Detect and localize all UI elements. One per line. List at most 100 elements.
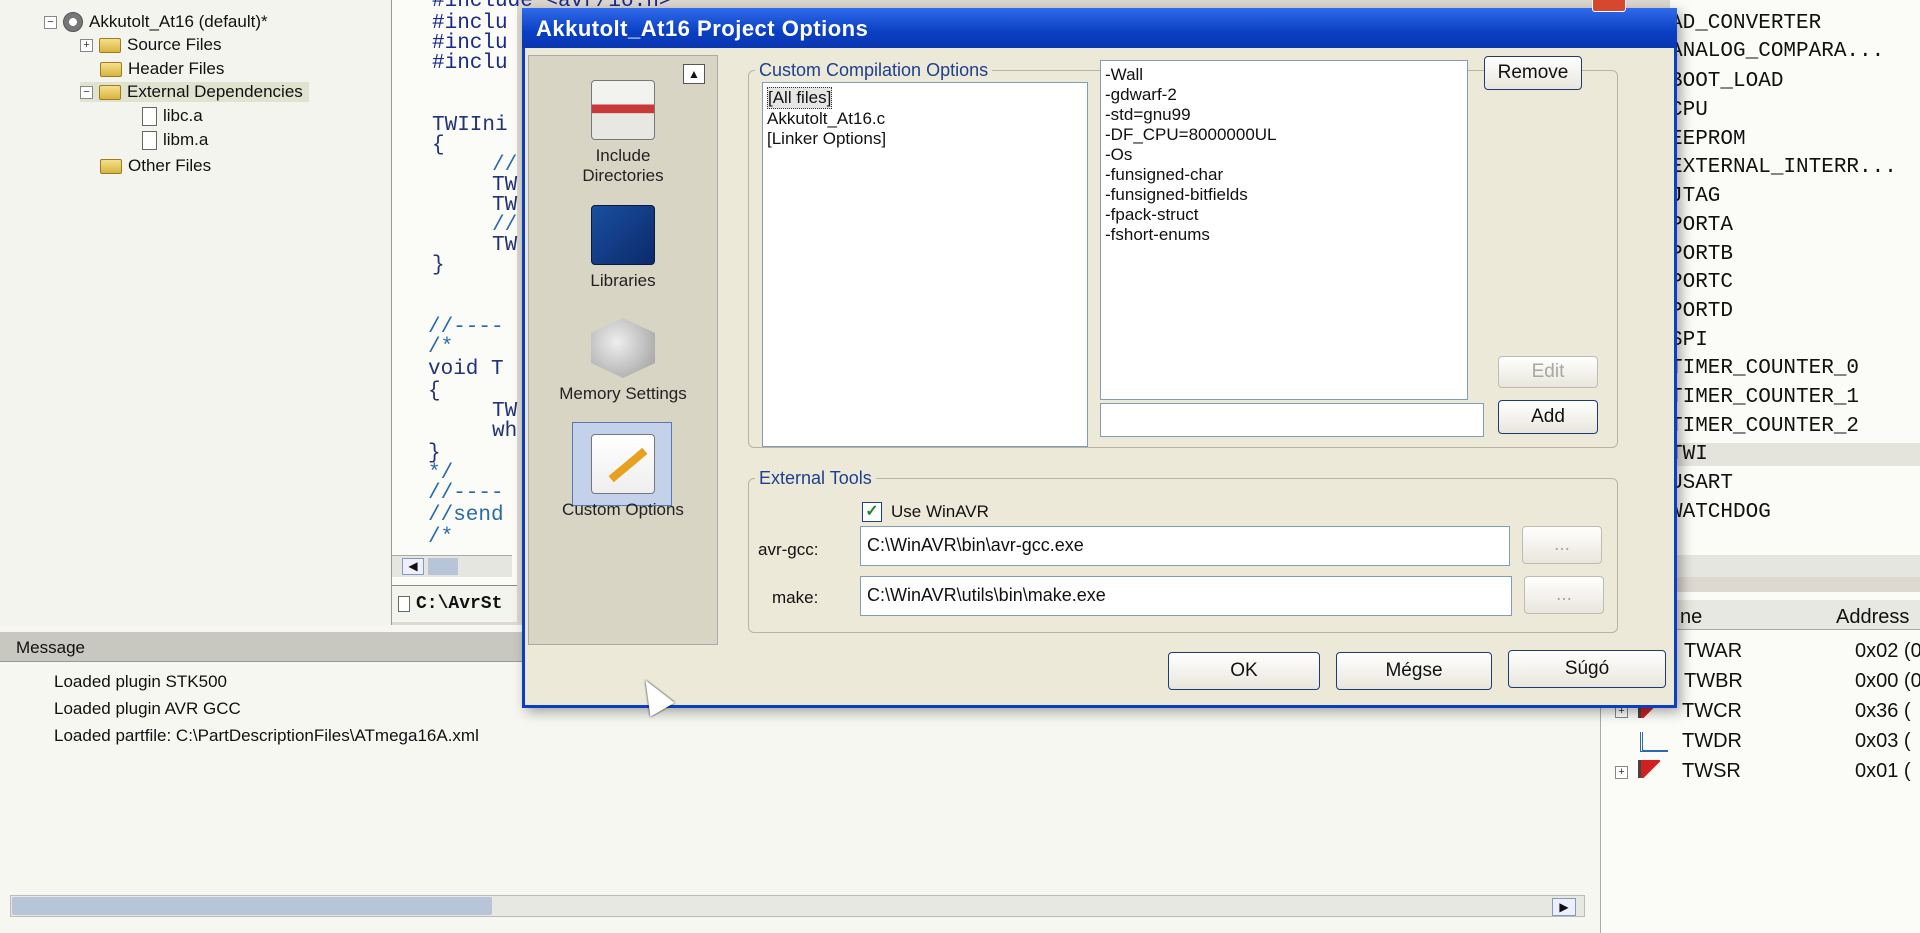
io-item[interactable]: AD_CONVERTER: [1670, 12, 1821, 35]
collapse-icon[interactable]: −: [44, 15, 57, 29]
scroll-left-icon[interactable]: ◀: [402, 558, 424, 575]
tree-item-source-files[interactable]: + Source Files: [80, 35, 221, 55]
avr-gcc-label: avr-gcc:: [758, 540, 819, 559]
add-button[interactable]: Add: [1498, 400, 1598, 434]
list-item[interactable]: [Linker Options]: [767, 129, 1083, 149]
dialog-title: Akkutolt_At16 Project Options: [536, 16, 869, 41]
list-item[interactable]: -Os: [1105, 145, 1463, 165]
io-item[interactable]: USART: [1670, 472, 1733, 495]
scroll-right-icon[interactable]: ▶: [1552, 898, 1576, 916]
folder-icon: [99, 37, 121, 53]
scroll-thumb[interactable]: [12, 897, 492, 915]
tree-item-label: Source Files: [127, 35, 222, 54]
io-item[interactable]: EEPROM: [1670, 128, 1746, 151]
editor-file-tab[interactable]: C:\AvrSt: [392, 585, 517, 622]
close-icon[interactable]: [1592, 0, 1626, 12]
io-view-scrollbar[interactable]: [1665, 555, 1920, 577]
io-item[interactable]: PORTB: [1670, 243, 1733, 266]
register-bits-icon: [1640, 732, 1668, 752]
io-item[interactable]: TIMER_COUNTER_2: [1670, 415, 1859, 438]
cancel-button[interactable]: Mégse: [1336, 652, 1492, 690]
list-item[interactable]: -Wall: [1105, 65, 1463, 85]
io-item[interactable]: JTAG: [1670, 185, 1720, 208]
register-name[interactable]: TWBR: [1684, 670, 1743, 693]
list-item[interactable]: -fshort-enums: [1105, 225, 1463, 245]
scroll-thumb[interactable]: [428, 558, 458, 575]
tree-item-header-files[interactable]: Header Files: [100, 59, 224, 79]
register-name[interactable]: TWAR: [1684, 640, 1742, 663]
list-item[interactable]: -funsigned-char: [1105, 165, 1463, 185]
register-name[interactable]: TWCR: [1682, 700, 1742, 723]
code-line: void T: [428, 358, 504, 381]
tree-project[interactable]: − Akkutolt_At16 (default)*: [44, 12, 268, 32]
register-name[interactable]: TWSR: [1682, 760, 1741, 783]
register-name[interactable]: TWDR: [1682, 730, 1742, 753]
avr-gcc-browse-button[interactable]: ...: [1522, 526, 1602, 564]
code-line: /*: [428, 336, 454, 359]
column-name-header[interactable]: ne: [1680, 606, 1702, 629]
code-line: //----: [428, 482, 504, 505]
code-editor[interactable]: #include <avr/io.h> #inclu #inclu #inclu…: [392, 0, 671, 585]
io-item[interactable]: PORTD: [1670, 300, 1733, 323]
list-item[interactable]: -fpack-struct: [1105, 205, 1463, 225]
nav-label: Libraries: [590, 271, 656, 290]
column-address-header[interactable]: Address: [1836, 606, 1909, 629]
code-line: }: [432, 254, 445, 277]
io-item[interactable]: WATCHDOG: [1670, 501, 1771, 524]
nav-custom-options[interactable]: Custom Options: [538, 434, 708, 520]
file-icon: [142, 106, 157, 126]
dialog-title-bar[interactable]: Akkutolt_At16 Project Options: [522, 8, 1677, 48]
list-item[interactable]: -funsigned-bitfields: [1105, 185, 1463, 205]
make-browse-button[interactable]: ...: [1524, 576, 1604, 614]
list-item[interactable]: -DF_CPU=8000000UL: [1105, 125, 1463, 145]
list-item[interactable]: -gdwarf-2: [1105, 85, 1463, 105]
code-line: #inclu: [432, 52, 508, 75]
files-listbox[interactable]: [All files] Akkutolt_At16.c [Linker Opti…: [762, 82, 1088, 447]
message-item: Loaded partfile: C:\PartDescriptionFiles…: [54, 726, 479, 745]
collapse-icon[interactable]: −: [80, 85, 93, 99]
register-address: 0x36 (: [1855, 700, 1911, 722]
editor-horizontal-scrollbar[interactable]: ◀: [392, 555, 512, 577]
tree-item-libm[interactable]: libm.a: [142, 130, 208, 150]
file-icon: [398, 596, 410, 612]
io-item[interactable]: BOOT_LOAD: [1670, 70, 1783, 93]
nav-label: Custom Options: [562, 500, 684, 519]
io-item[interactable]: TIMER_COUNTER_0: [1670, 357, 1859, 380]
avr-gcc-path-field[interactable]: C:\WinAVR\bin\avr-gcc.exe: [860, 526, 1510, 566]
list-item[interactable]: -std=gnu99: [1105, 105, 1463, 125]
tree-item-libc[interactable]: libc.a: [142, 106, 203, 126]
io-item[interactable]: ANALOG_COMPARA...: [1670, 40, 1884, 63]
nav-label: Memory Settings: [559, 384, 687, 403]
options-listbox[interactable]: -Wall -gdwarf-2 -std=gnu99 -DF_CPU=80000…: [1100, 60, 1468, 400]
message-item: Loaded plugin AVR GCC: [54, 699, 241, 718]
tree-item-external-dependencies[interactable]: − External Dependencies: [80, 82, 309, 102]
remove-button[interactable]: Remove: [1484, 56, 1582, 90]
register-address: 0x03 (: [1855, 730, 1911, 752]
io-item[interactable]: EXTERNAL_INTERR...: [1670, 156, 1897, 179]
nav-include-directories[interactable]: Include Directories: [538, 80, 708, 186]
list-item[interactable]: Akkutolt_At16.c: [767, 109, 1083, 129]
list-item-selected[interactable]: [All files]: [767, 87, 833, 109]
new-option-input[interactable]: [1100, 403, 1484, 437]
io-item[interactable]: TIMER_COUNTER_1: [1670, 386, 1859, 409]
nav-libraries[interactable]: Libraries: [538, 205, 708, 291]
edit-button[interactable]: Edit: [1498, 356, 1598, 388]
nav-memory-settings[interactable]: Memory Settings: [538, 318, 708, 404]
help-button[interactable]: Súgó: [1508, 650, 1666, 688]
io-item[interactable]: PORTC: [1670, 271, 1733, 294]
use-winavr-checkbox[interactable]: ✓: [862, 502, 882, 522]
expand-icon[interactable]: +: [1615, 766, 1628, 779]
code-line: wh: [492, 420, 518, 443]
tree-item-other-files[interactable]: Other Files: [100, 156, 211, 176]
external-tools-legend: External Tools: [759, 468, 872, 488]
io-item-selected[interactable]: TWI: [1670, 443, 1920, 466]
expand-icon[interactable]: +: [80, 38, 93, 52]
folder-icon: [100, 61, 122, 77]
io-view-list: AD_CONVERTER ANALOG_COMPARA... BOOT_LOAD…: [1670, 0, 1920, 555]
make-path-field[interactable]: C:\WinAVR\utils\bin\make.exe: [860, 576, 1512, 616]
nav-label: Directories: [582, 166, 664, 185]
ok-button[interactable]: OK: [1168, 652, 1320, 690]
register-address: 0x00 (0: [1855, 670, 1920, 692]
folder-icon: [100, 158, 122, 174]
io-item[interactable]: PORTA: [1670, 214, 1733, 237]
